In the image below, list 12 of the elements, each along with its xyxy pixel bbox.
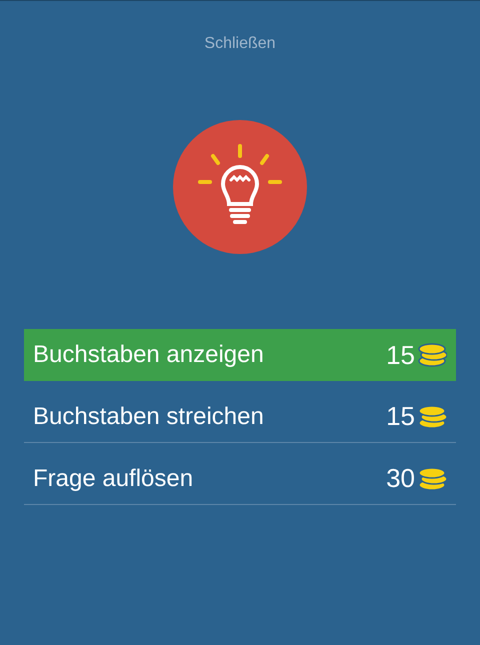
cost-amount: 30	[386, 462, 415, 495]
hint-option[interactable]: Buchstaben streichen 15	[24, 391, 456, 443]
cost-amount: 15	[386, 338, 415, 372]
hint-option[interactable]: Buchstaben anzeigen 15	[24, 329, 456, 381]
hint-option[interactable]: Frage auflösen 30	[24, 453, 456, 505]
cost-amount: 15	[386, 400, 415, 433]
coins-icon	[417, 404, 447, 428]
option-label: Frage auflösen	[33, 464, 194, 494]
option-label: Buchstaben streichen	[33, 402, 264, 432]
coins-icon	[417, 343, 447, 367]
coins-icon	[417, 466, 447, 490]
option-label: Buchstaben anzeigen	[33, 340, 264, 370]
